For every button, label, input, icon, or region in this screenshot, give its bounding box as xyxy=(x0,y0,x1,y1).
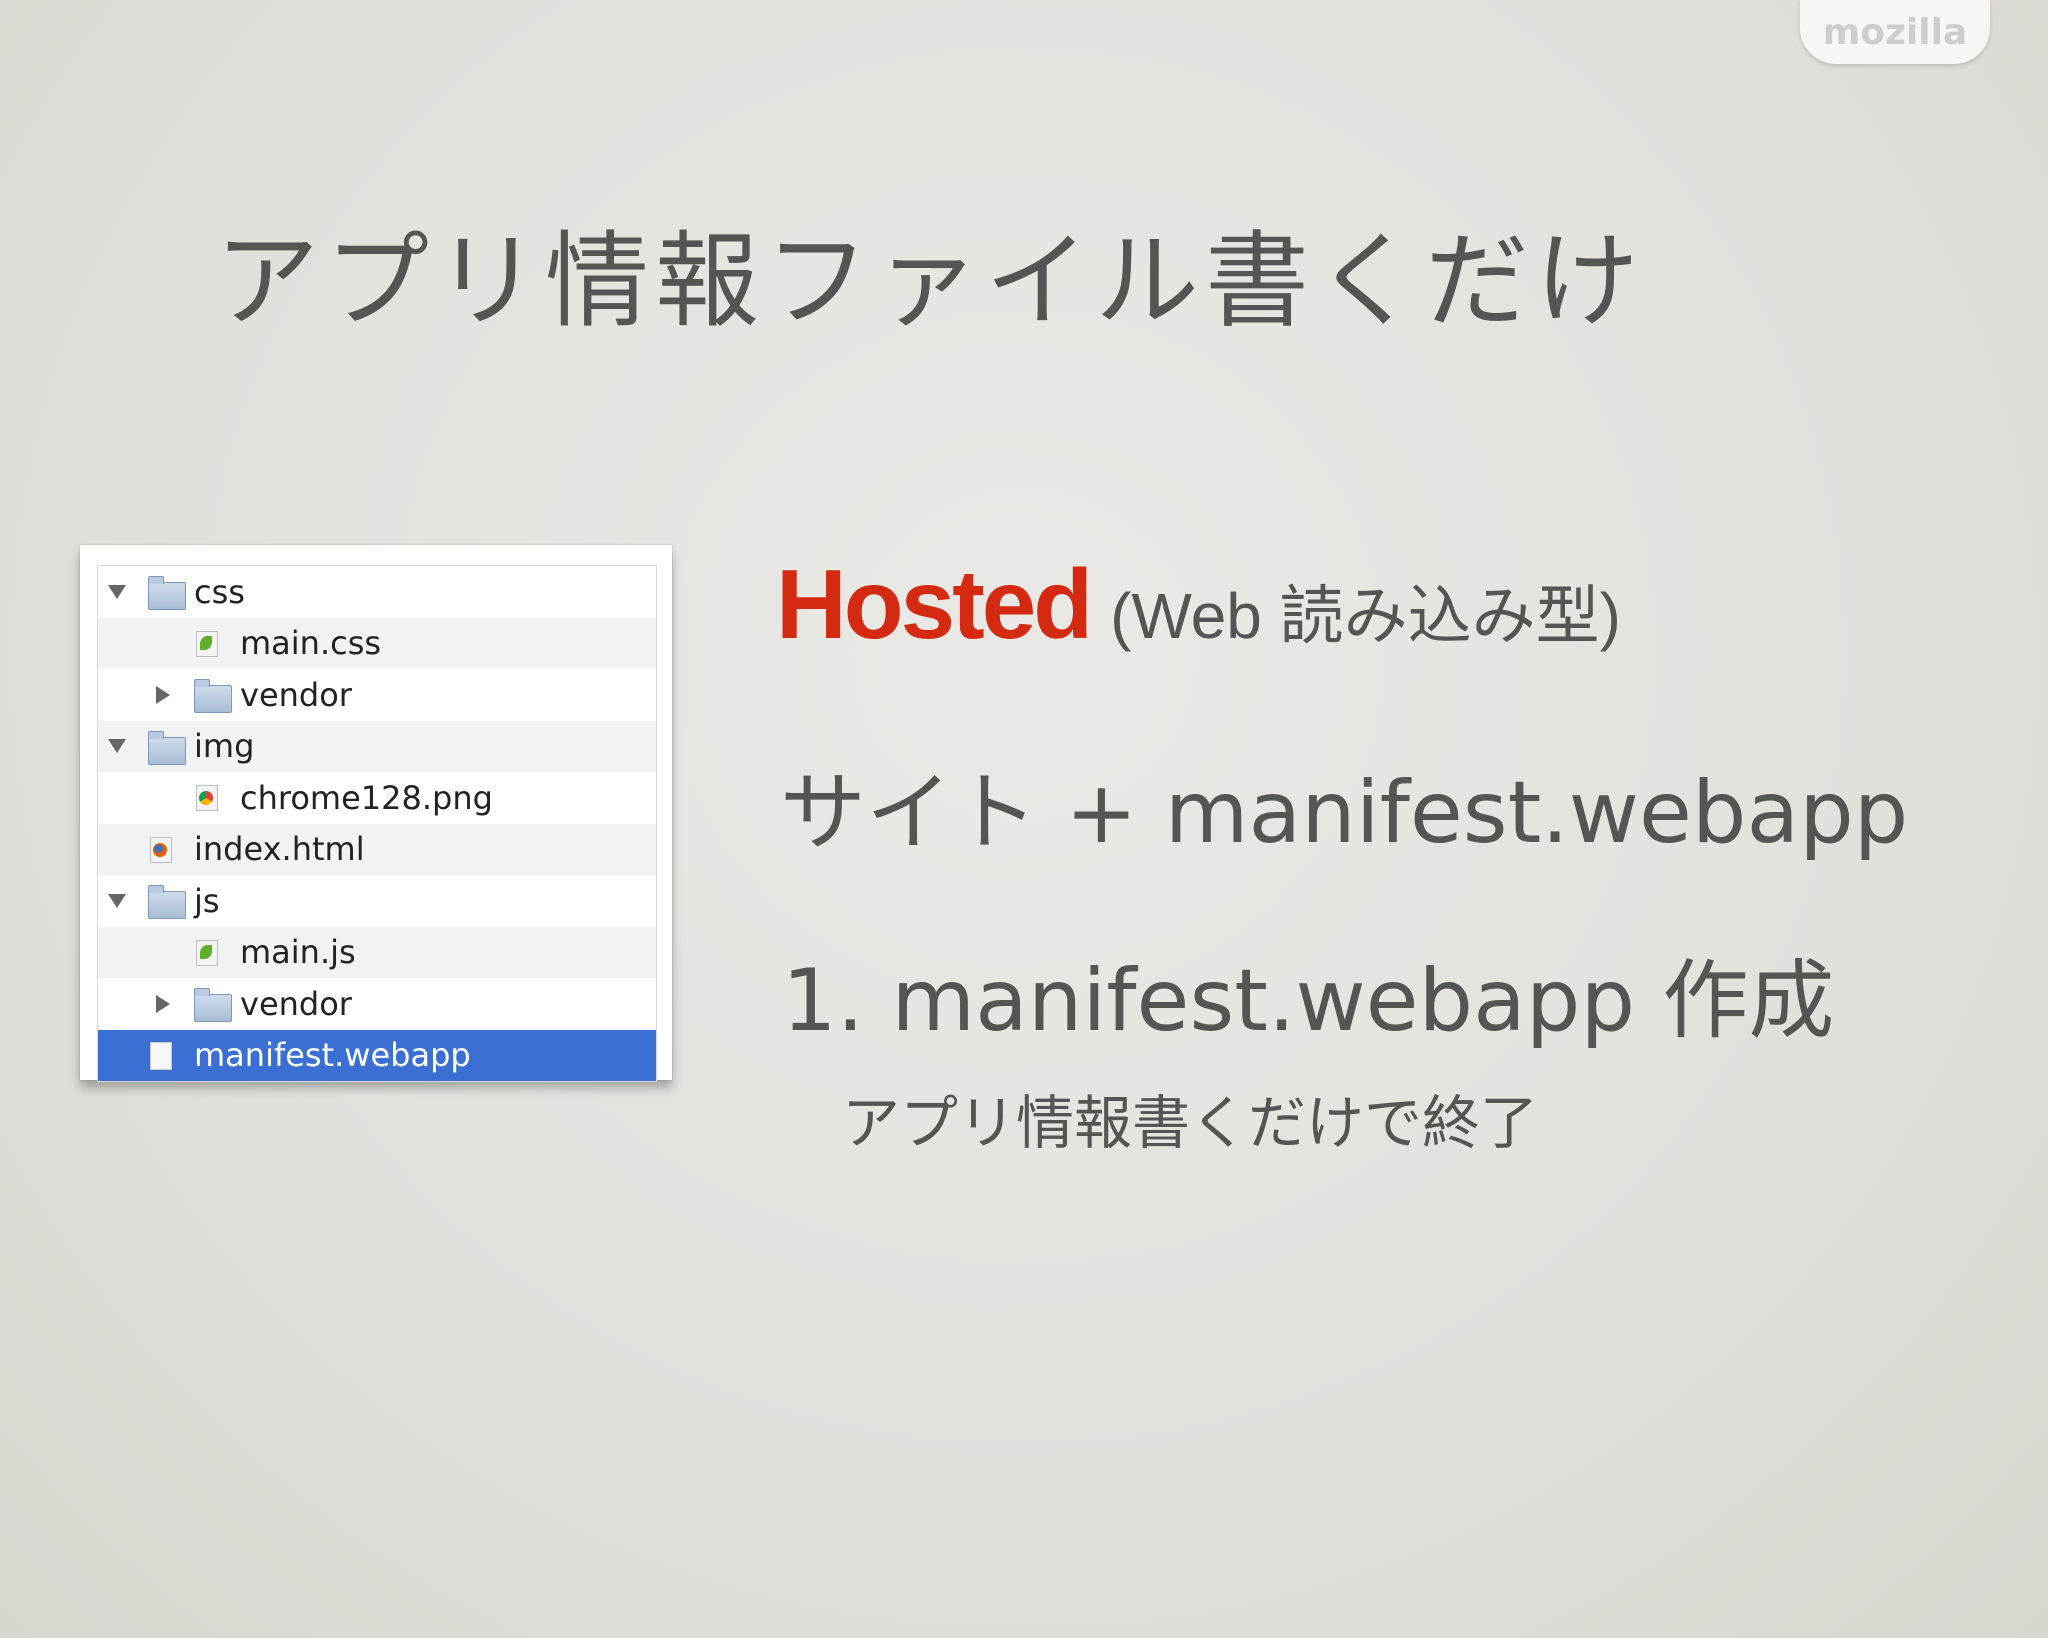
tree-row-label: chrome128.png xyxy=(240,778,493,817)
folder-icon xyxy=(194,988,232,1022)
tree-row-label: main.js xyxy=(240,933,356,972)
file-tree: css main.css vendor img chrome128.png in… xyxy=(97,565,657,1082)
tree-row-js-vendor[interactable]: vendor xyxy=(98,978,656,1030)
tree-row-label: js xyxy=(194,881,220,920)
document-file-icon xyxy=(150,1041,172,1070)
step-1-subline: アプリ情報書くだけで終了 xyxy=(842,1089,1539,1157)
tree-row-manifest-webapp[interactable]: manifest.webapp xyxy=(98,1029,656,1081)
firefox-html-file-icon xyxy=(150,836,172,863)
hosted-heading: Hosted (Web 読み込み型) xyxy=(776,548,1621,661)
tree-row-main-css[interactable]: main.css xyxy=(98,617,656,669)
disclosure-expanded-icon[interactable] xyxy=(108,739,126,754)
hosted-note: (Web 読み込み型) xyxy=(1110,580,1621,652)
tree-row-css-vendor[interactable]: vendor xyxy=(98,669,656,721)
tree-row-label: vendor xyxy=(240,984,352,1023)
tree-row-img[interactable]: img xyxy=(98,720,656,772)
disclosure-expanded-icon[interactable] xyxy=(108,893,126,908)
tree-row-chrome128-png[interactable]: chrome128.png xyxy=(98,772,656,824)
tree-row-index-html[interactable]: index.html xyxy=(98,823,656,875)
hosted-word: Hosted xyxy=(776,549,1093,659)
tree-row-js[interactable]: js xyxy=(98,875,656,927)
css-file-icon xyxy=(196,630,218,657)
folder-icon xyxy=(148,730,186,765)
slide-title: アプリ情報ファイル書くだけ xyxy=(215,220,1646,342)
tree-row-label: css xyxy=(194,572,245,611)
mozilla-logo: mozilla xyxy=(1822,11,1968,53)
disclosure-collapsed-icon[interactable] xyxy=(156,994,170,1013)
site-plus-manifest-line: サイト + manifest.webapp xyxy=(780,763,1909,863)
tree-row-label: img xyxy=(194,727,255,766)
js-file-icon xyxy=(196,939,218,966)
folder-icon xyxy=(148,576,186,610)
file-tree-screenshot: css main.css vendor img chrome128.png in… xyxy=(80,545,672,1082)
tree-row-main-js[interactable]: main.js xyxy=(98,926,656,978)
tree-row-label: vendor xyxy=(240,675,352,714)
tree-row-label: main.css xyxy=(240,624,382,663)
folder-icon xyxy=(148,885,186,919)
disclosure-expanded-icon[interactable] xyxy=(108,584,126,599)
mozilla-logo-tab: mozilla xyxy=(1800,0,1990,64)
disclosure-collapsed-icon[interactable] xyxy=(156,685,170,704)
tree-row-css[interactable]: css xyxy=(98,566,656,618)
chrome-image-file-icon xyxy=(196,785,218,811)
tree-row-label: manifest.webapp xyxy=(194,1036,471,1075)
tree-row-label: index.html xyxy=(194,830,365,869)
step-1-line: 1. manifest.webapp 作成 xyxy=(782,951,1835,1051)
folder-icon xyxy=(194,679,232,713)
